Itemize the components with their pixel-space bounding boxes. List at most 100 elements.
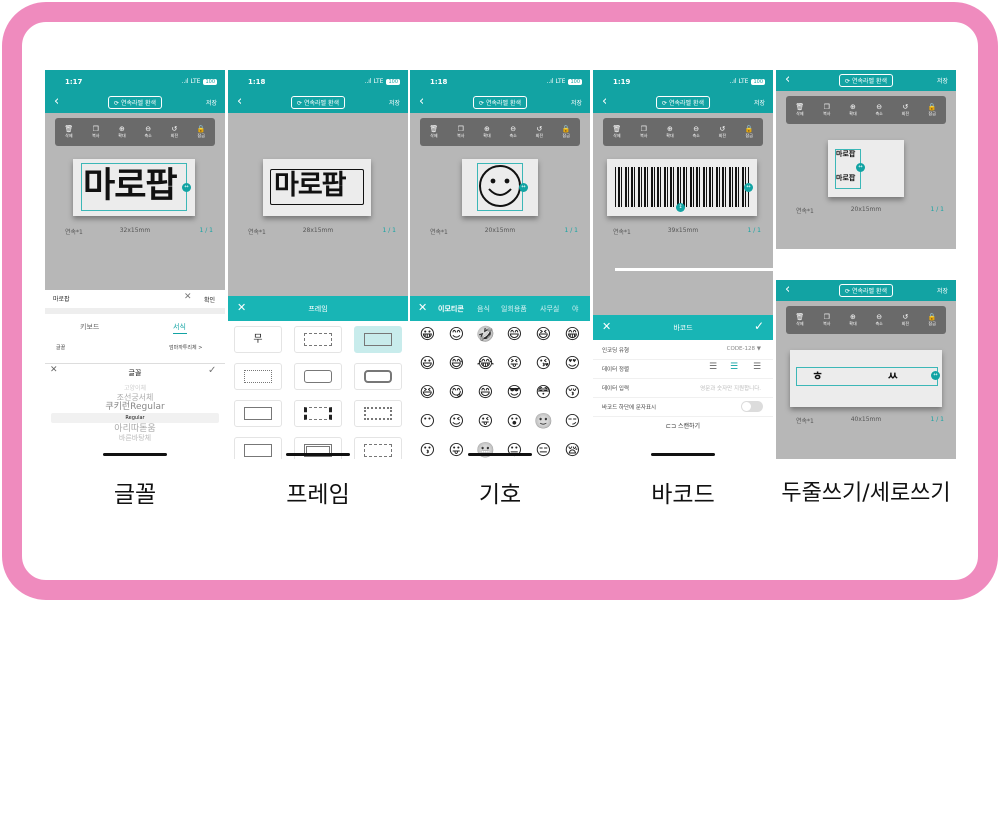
emoji-option[interactable]: 😛 (442, 440, 471, 459)
tab-food[interactable]: 음식 (477, 304, 490, 314)
resize-handle-icon[interactable]: ↔ (744, 183, 753, 192)
emoji-option[interactable]: 😄 (500, 324, 529, 344)
picker-item[interactable]: 쿠키런Regular (45, 402, 225, 412)
font-row-value[interactable]: 엄마까투리체 > (169, 344, 202, 351)
trash-tool-button[interactable]: 🗑 삭제 (795, 103, 804, 117)
clear-icon[interactable]: ✕ (184, 292, 192, 302)
align-right-icon[interactable]: ☰ (753, 362, 761, 372)
picker-item[interactable]: 바른바탕체 (45, 434, 225, 442)
zoom-out-tool-button[interactable]: ⊖ 축소 (875, 313, 882, 327)
align-left-icon[interactable]: ☰ (709, 362, 717, 372)
emoji-option[interactable]: 😐 (500, 440, 529, 459)
emoji-option[interactable]: 😘 (529, 353, 558, 373)
back-chevron-icon[interactable]: ‹ (54, 95, 59, 108)
rotate-tool-button[interactable]: ↺ 회전 (902, 103, 909, 117)
rotate-tool-button[interactable]: ↺ 회전 (536, 125, 543, 139)
frame-option[interactable] (234, 363, 282, 390)
frame-option[interactable] (354, 363, 402, 390)
picker-item[interactable]: 아리따돋움 (45, 424, 225, 434)
emoji-option[interactable]: 😬 (471, 440, 500, 459)
zoom-in-tool-button[interactable]: ⊕ 확대 (483, 125, 490, 139)
frame-option-none[interactable]: 무 (234, 326, 282, 353)
copy-tool-button[interactable]: ❐ 복사 (457, 125, 464, 139)
frame-option[interactable] (234, 400, 282, 427)
picker-item-selected[interactable]: Regular (45, 414, 225, 422)
save-button[interactable]: 저장 (571, 98, 582, 107)
emoji-option[interactable]: 😮 (500, 411, 529, 431)
lock-tool-button[interactable]: 🔒 잠금 (745, 125, 754, 139)
emoji-option[interactable]: 😅 (442, 353, 471, 373)
save-button[interactable]: 저장 (389, 98, 400, 107)
data-input-row[interactable]: 데이터 입력 영문과 숫자만 지원합니다. (593, 378, 773, 398)
emoji-option[interactable]: 😆 (529, 324, 558, 344)
emoji-option[interactable]: 😍 (558, 353, 587, 373)
emoji-option[interactable]: 😎 (500, 382, 529, 402)
label-switch-button[interactable]: ⟳ 연속라벨 환색 (291, 96, 345, 109)
tab-keyboard[interactable]: 키보드 (80, 322, 99, 332)
back-chevron-icon[interactable]: ‹ (785, 283, 790, 296)
tab-more[interactable]: 야 (572, 304, 578, 314)
label-switch-button[interactable]: ⟳ 연속라벨 환색 (108, 96, 162, 109)
align-center-icon[interactable]: ☰ (730, 362, 738, 372)
label-switch-button[interactable]: ⟳ 연속라벨 환색 (656, 96, 710, 109)
emoji-option[interactable]: 😑 (529, 440, 558, 459)
trash-tool-button[interactable]: 🗑 삭제 (795, 313, 804, 327)
emoji-option[interactable]: 😁 (558, 324, 587, 344)
tab-emoticon[interactable]: 이모티콘 (438, 304, 464, 314)
emoji-option[interactable]: 😋 (442, 382, 471, 402)
label-preview[interactable]: 마로팝 ↔ (73, 159, 195, 216)
picker-item[interactable]: 조선궁서체 (45, 393, 225, 402)
emoji-option[interactable]: 😃 (413, 353, 442, 373)
emoji-option[interactable]: 😜 (471, 411, 500, 431)
back-chevron-icon[interactable]: ‹ (419, 95, 424, 108)
confirm-button[interactable]: 확인 (204, 295, 215, 304)
emoji-option[interactable]: 😀 (413, 324, 442, 344)
label-preview[interactable]: ㅎ ㅆ ㅍ ↔ (790, 350, 956, 407)
lock-tool-button[interactable]: 🔒 잠금 (562, 125, 571, 139)
emoji-option[interactable]: 😗 (413, 440, 442, 459)
lock-tool-button[interactable]: 🔒 잠금 (928, 313, 937, 327)
data-input-placeholder[interactable]: 영문과 숫자만 지원합니다. (700, 384, 761, 392)
frame-option[interactable] (294, 326, 342, 353)
resize-handle-icon[interactable]: ↔ (519, 183, 528, 192)
emoji-option[interactable]: 🙂 (529, 411, 558, 431)
resize-handle-icon[interactable]: ↔ (856, 163, 865, 172)
save-button[interactable]: 저장 (937, 76, 948, 85)
lock-tool-button[interactable]: 🔒 잠금 (928, 103, 937, 117)
emoji-option[interactable]: 😶 (413, 411, 442, 431)
check-icon[interactable]: ✓ (754, 319, 764, 333)
label-preview[interactable]: ↔ ↕ (607, 159, 757, 216)
copy-tool-button[interactable]: ❐ 복사 (823, 103, 830, 117)
tab-format[interactable]: 서식 (173, 322, 186, 332)
emoji-option[interactable]: 😆 (413, 382, 442, 402)
emoji-option[interactable]: 😪 (558, 440, 587, 459)
frame-option[interactable] (354, 437, 402, 459)
encoding-type-row[interactable]: 인코딩 유형 CODE-128 ▼ (593, 340, 773, 360)
back-chevron-icon[interactable]: ‹ (237, 95, 242, 108)
frame-option-selected[interactable] (354, 326, 402, 353)
resize-handle-icon[interactable]: ↔ (182, 183, 191, 192)
back-chevron-icon[interactable]: ‹ (602, 95, 607, 108)
emoji-option[interactable]: 😏 (558, 411, 587, 431)
show-text-toggle[interactable] (741, 401, 763, 412)
label-preview[interactable]: 마로팝 (263, 159, 371, 216)
zoom-in-tool-button[interactable]: ⊕ 확대 (666, 125, 673, 139)
check-icon[interactable]: ✓ (208, 365, 216, 376)
emoji-option[interactable]: 😉 (442, 411, 471, 431)
save-button[interactable]: 저장 (937, 286, 948, 295)
zoom-in-tool-button[interactable]: ⊕ 확대 (849, 313, 856, 327)
resize-handle-bottom-icon[interactable]: ↕ (676, 203, 685, 212)
zoom-out-tool-button[interactable]: ⊖ 축소 (692, 125, 699, 139)
trash-tool-button[interactable]: 🗑 삭제 (612, 125, 621, 139)
save-button[interactable]: 저장 (754, 98, 765, 107)
label-preview[interactable]: ↔ (462, 159, 538, 216)
rotate-tool-button[interactable]: ↺ 회전 (902, 313, 909, 327)
label-switch-button[interactable]: ⟳ 연속라벨 환색 (839, 284, 893, 297)
emoji-option[interactable]: 😳 (529, 382, 558, 402)
zoom-out-tool-button[interactable]: ⊖ 축소 (144, 125, 151, 139)
back-chevron-icon[interactable]: ‹ (785, 73, 790, 86)
emoji-option[interactable]: 😊 (442, 324, 471, 344)
rotate-tool-button[interactable]: ↺ 회전 (719, 125, 726, 139)
frame-option[interactable] (354, 400, 402, 427)
label-switch-button[interactable]: ⟳ 연속라벨 환색 (839, 74, 893, 87)
